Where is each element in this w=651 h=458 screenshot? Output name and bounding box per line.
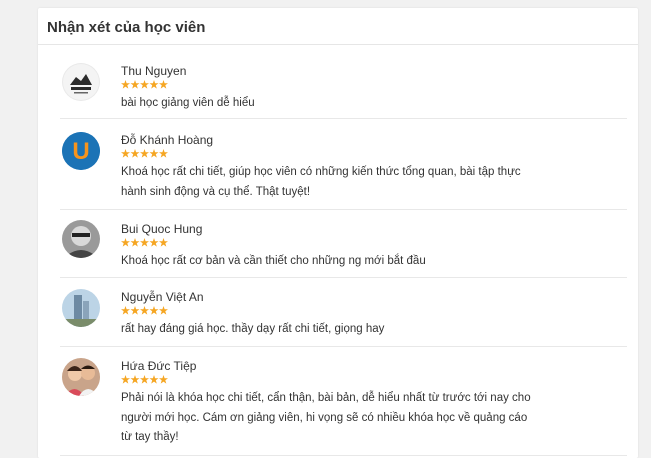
star-icon: [121, 375, 130, 384]
review-item: Nguyễn Việt An rất hay đáng giá học. thầ…: [60, 278, 627, 347]
avatar: [62, 289, 100, 327]
review-item: U Đỗ Khánh Hoàng Khoá học rất chi tiết, …: [60, 119, 627, 210]
star-icon: [121, 306, 130, 315]
star-icon: [159, 80, 168, 89]
review-item: Hứa Đức Tiệp Phải nói là khóa học chi ti…: [60, 347, 627, 456]
star-icon: [149, 238, 159, 247]
rating-stars: [121, 149, 627, 158]
reviewer-name: Hứa Đức Tiệp: [121, 359, 197, 373]
star-icon: [140, 238, 149, 247]
reviewer-name: Bui Quoc Hung: [121, 222, 203, 236]
rating-stars: [121, 306, 627, 315]
star-icon: [121, 80, 130, 89]
rating-stars: [121, 80, 627, 89]
star-icon: [121, 149, 130, 158]
review-comment: rất hay đáng giá học. thầy dạy rất chi t…: [121, 323, 385, 335]
star-icon: [159, 238, 168, 247]
star-icon: [149, 375, 159, 384]
avatar: [62, 63, 100, 101]
section-title: Nhận xét của học viên: [38, 8, 638, 45]
star-icon: [140, 306, 149, 315]
review-comment: Phải nói là khóa học chi tiết, cẩn thận,…: [121, 392, 531, 443]
reviewer-name: Đỗ Khánh Hoàng: [121, 133, 214, 147]
rating-stars: [121, 238, 627, 247]
star-icon: [130, 80, 140, 89]
star-icon: [130, 149, 140, 158]
avatar: [62, 358, 100, 396]
star-icon: [130, 238, 140, 247]
review-item: Thu Nguyen bài học giảng viên dễ hiểu: [60, 45, 627, 119]
star-icon: [121, 238, 130, 247]
star-icon: [149, 80, 159, 89]
star-icon: [130, 375, 140, 384]
review-comment: Khoá học rất chi tiết, giúp học viên có …: [121, 166, 521, 198]
reviews-card: Nhận xét của học viên Thu Nguyen bài học…: [38, 8, 638, 458]
review-item: Bui Quoc Hung Khoá học rất cơ bản và cần…: [60, 210, 627, 278]
star-icon: [149, 306, 159, 315]
rating-stars: [121, 375, 627, 384]
reviewer-name: Nguyễn Việt An: [121, 290, 204, 304]
svg-text:U: U: [72, 138, 89, 165]
review-comment: Khoá học rất cơ bản và cần thiết cho nhữ…: [121, 255, 426, 267]
review-comment: bài học giảng viên dễ hiểu: [121, 97, 255, 109]
star-icon: [140, 149, 149, 158]
star-icon: [159, 149, 168, 158]
star-icon: [130, 306, 140, 315]
star-icon: [159, 306, 168, 315]
star-icon: [140, 80, 149, 89]
star-icon: [149, 149, 159, 158]
reviewer-name: Thu Nguyen: [121, 64, 187, 78]
star-icon: [159, 375, 168, 384]
avatar: U: [62, 132, 100, 170]
star-icon: [140, 375, 149, 384]
avatar: [62, 220, 100, 258]
